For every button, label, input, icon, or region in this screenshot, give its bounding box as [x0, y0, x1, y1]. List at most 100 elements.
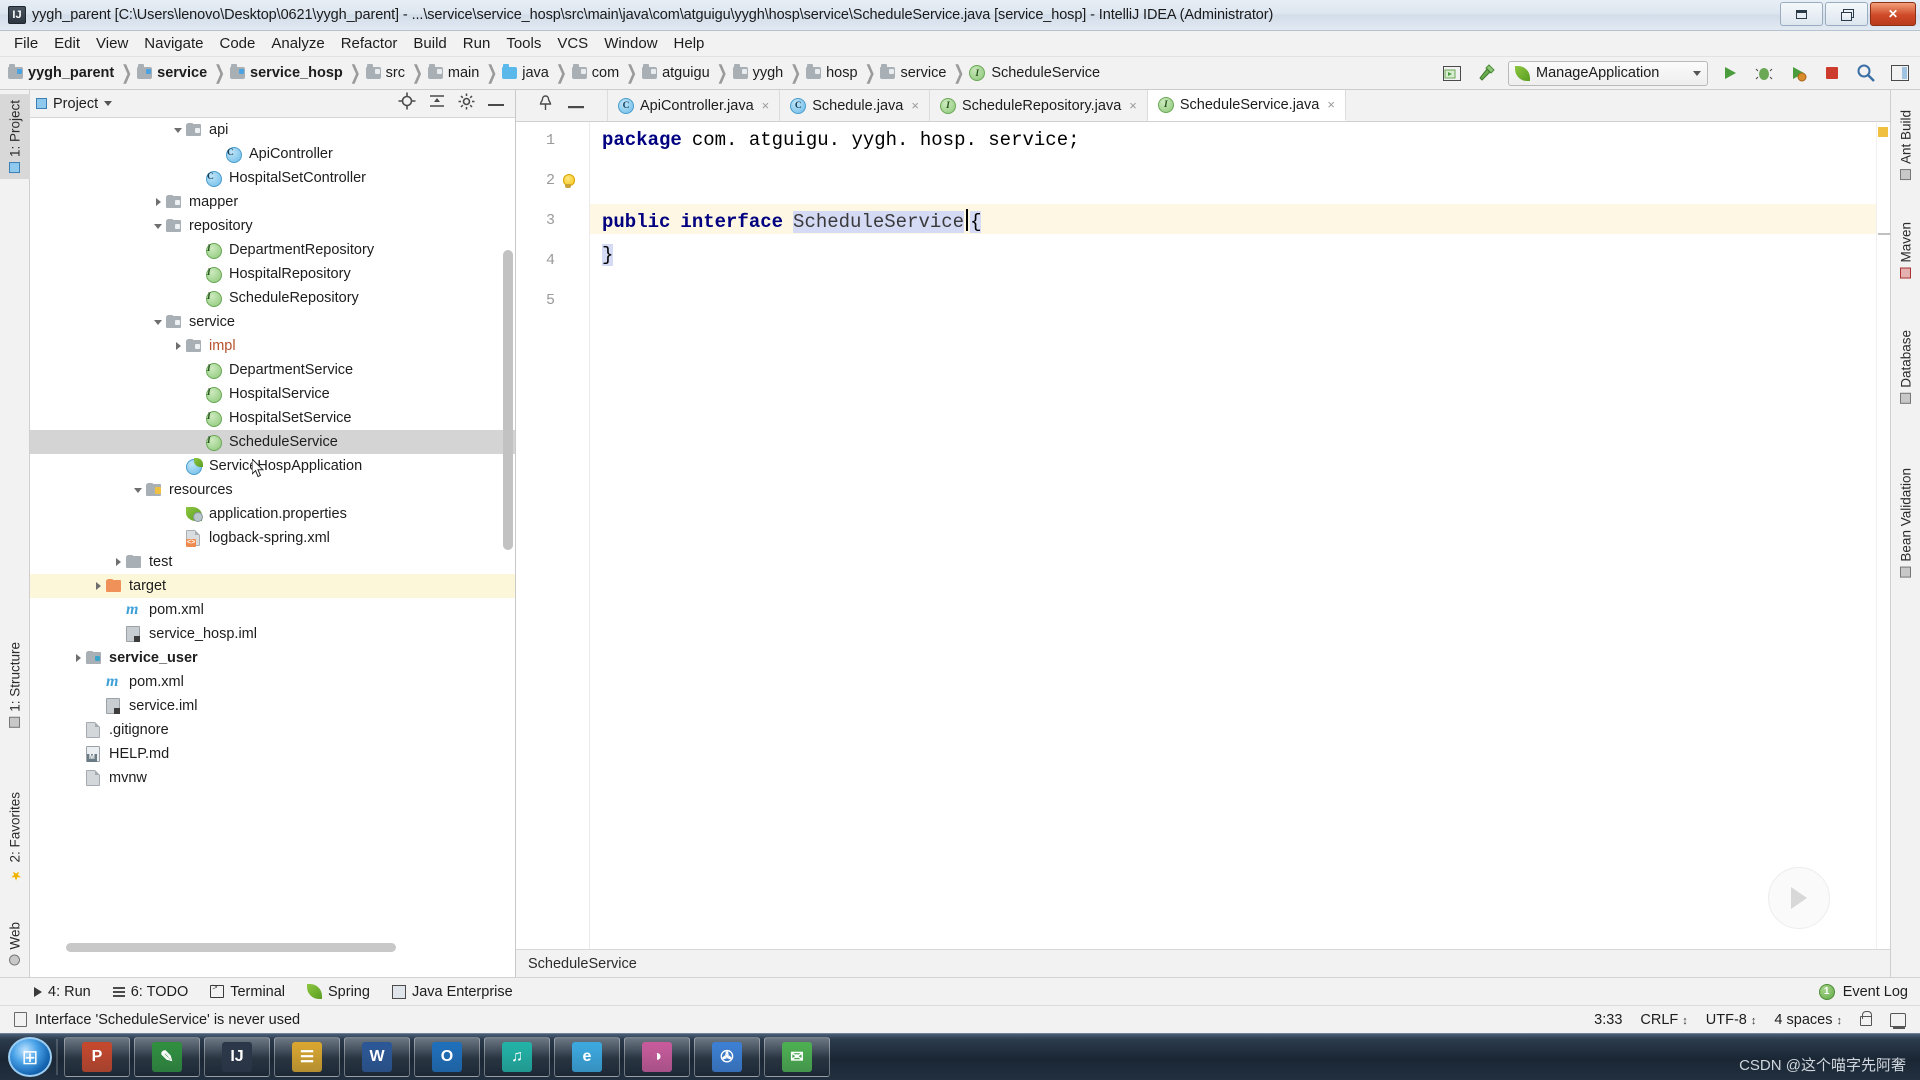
tree-node-service-iml[interactable]: service.iml	[30, 694, 515, 718]
tree-node-pom-xml[interactable]: m pom.xml	[30, 670, 515, 694]
tool-window-java-enterprise[interactable]: Java Enterprise	[391, 984, 513, 1000]
tree-node-apicontroller[interactable]: C ApiController	[30, 142, 515, 166]
code-editor[interactable]: 1 2 3 4 5 package com. atguigu. yygh. hos…	[516, 122, 1890, 977]
editor-breadcrumb[interactable]: ScheduleService	[516, 949, 1890, 977]
sidebar-item-structure[interactable]: 1: Structure	[0, 636, 30, 734]
sidebar-item-favorites[interactable]: ★ 2: Favorites	[0, 786, 30, 889]
breadcrumb-item-main[interactable]: main	[427, 64, 479, 81]
tree-node-servicehospapplication[interactable]: ServiceHospApplication	[30, 454, 515, 478]
taskbar-music-app[interactable]: ♫	[484, 1037, 550, 1077]
taskbar-paint-app[interactable]: ◑	[624, 1037, 690, 1077]
taskbar-explorer-app[interactable]: ☰	[274, 1037, 340, 1077]
menu-item-run[interactable]: Run	[455, 33, 499, 54]
menu-item-code[interactable]: Code	[211, 33, 263, 54]
run-dashboard-icon[interactable]	[1440, 61, 1464, 85]
sidebar-item-project[interactable]: 1: Project	[0, 94, 30, 180]
tree-node-mapper[interactable]: mapper	[30, 190, 515, 214]
taskbar-editor-app[interactable]: ✎	[134, 1037, 200, 1077]
chevron-down-icon[interactable]	[150, 214, 166, 238]
tree-node-repository[interactable]: repository	[30, 214, 515, 238]
tree-node-logback-spring-xml[interactable]: logback-spring.xml	[30, 526, 515, 550]
hide-panel-icon[interactable]	[487, 95, 505, 113]
build-hammer-icon[interactable]	[1474, 61, 1498, 85]
tree-node-application-properties[interactable]: application.properties	[30, 502, 515, 526]
tree-node-hospitalsetcontroller[interactable]: C HospitalSetController	[30, 166, 515, 190]
editor-marker-bar[interactable]	[1876, 122, 1890, 977]
sidebar-item-ant-build[interactable]: Ant Build	[1891, 104, 1920, 186]
menu-item-window[interactable]: Window	[596, 33, 665, 54]
menu-item-vcs[interactable]: VCS	[549, 33, 596, 54]
intention-bulb-icon[interactable]	[560, 174, 576, 190]
menu-item-help[interactable]: Help	[666, 33, 713, 54]
tree-node-impl[interactable]: impl	[30, 334, 515, 358]
close-icon[interactable]: ×	[1129, 98, 1137, 113]
taskbar-intellij-app[interactable]: IJ	[204, 1037, 270, 1077]
tree-node-service_hosp-iml[interactable]: service_hosp.iml	[30, 622, 515, 646]
tree-node-test[interactable]: test	[30, 550, 515, 574]
project-tree-scrollbar[interactable]	[503, 250, 513, 550]
menu-item-tools[interactable]: Tools	[498, 33, 549, 54]
inspector-icon[interactable]	[1890, 1012, 1906, 1029]
tree-node-hospitalservice[interactable]: I HospitalService	[30, 382, 515, 406]
code-body[interactable]: package com. atguigu. yygh. hosp. service…	[590, 122, 1890, 977]
breadcrumb-item-yygh_parent[interactable]: yygh_parent	[8, 64, 114, 81]
line-separator-selector[interactable]: CRLF ↕	[1640, 1012, 1687, 1028]
read-only-lock-icon[interactable]	[1860, 1011, 1872, 1026]
run-button[interactable]	[1718, 61, 1742, 85]
editor-tab-schedulerepository-java[interactable]: I ScheduleRepository.java ×	[929, 90, 1148, 121]
close-icon[interactable]: ×	[762, 98, 770, 113]
editor-gutter[interactable]: 1 2 3 4 5	[516, 122, 590, 977]
tool-window-todo[interactable]: 6: TODO	[112, 984, 188, 1000]
breadcrumb-item-atguigu[interactable]: atguigu	[642, 64, 710, 81]
menu-item-file[interactable]: File	[6, 33, 46, 54]
chevron-right-icon[interactable]	[170, 334, 186, 358]
tree-node-scheduleservice[interactable]: I ScheduleService	[30, 430, 515, 454]
hide-editor-tabs-icon[interactable]	[567, 97, 585, 115]
taskbar-tool-app[interactable]: ✇	[694, 1037, 760, 1077]
chevron-down-icon[interactable]	[150, 310, 166, 334]
tree-node-resources[interactable]: resources	[30, 478, 515, 502]
tree-node-target[interactable]: target	[30, 574, 515, 598]
close-icon[interactable]: ×	[1327, 97, 1335, 112]
tool-window-spring[interactable]: Spring	[307, 984, 370, 1000]
chevron-right-icon[interactable]	[90, 574, 106, 598]
tree-node-schedulerepository[interactable]: I ScheduleRepository	[30, 286, 515, 310]
menu-item-build[interactable]: Build	[405, 33, 454, 54]
tool-window-run[interactable]: 4: Run	[34, 984, 91, 1000]
run-with-coverage-button[interactable]	[1786, 61, 1810, 85]
taskbar-outlook-app[interactable]: O	[414, 1037, 480, 1077]
breadcrumb-item-hosp[interactable]: hosp	[806, 64, 858, 81]
close-icon[interactable]: ×	[911, 98, 919, 113]
tree-node-service_user[interactable]: service_user	[30, 646, 515, 670]
editor-tab-scheduleservice-java[interactable]: I ScheduleService.java ×	[1147, 90, 1346, 121]
tree-node-service[interactable]: service	[30, 310, 515, 334]
editor-tab-apicontroller-java[interactable]: C ApiController.java ×	[608, 90, 781, 121]
tree-node-hospitalsetservice[interactable]: I HospitalSetService	[30, 406, 515, 430]
breadcrumb-item-src[interactable]: src	[365, 64, 405, 81]
tree-node-pom-xml[interactable]: m pom.xml	[30, 598, 515, 622]
taskbar-word-app[interactable]: W	[344, 1037, 410, 1077]
breadcrumb-item-yygh[interactable]: yygh	[732, 64, 783, 81]
tree-node-help-md[interactable]: HELP.md	[30, 742, 515, 766]
chevron-right-icon[interactable]	[150, 190, 166, 214]
taskbar-wechat-app[interactable]: ✉	[764, 1037, 830, 1077]
breadcrumb-item-service[interactable]: service	[137, 64, 207, 81]
collapse-all-icon[interactable]	[428, 92, 446, 115]
restore-button[interactable]	[1825, 2, 1868, 26]
minimize-button[interactable]	[1780, 2, 1823, 26]
project-tree-hscrollbar[interactable]	[30, 943, 516, 954]
layout-settings-icon[interactable]	[1888, 61, 1912, 85]
tool-window-terminal[interactable]: Terminal	[210, 983, 285, 1000]
tree-node-api[interactable]: api	[30, 118, 515, 142]
menu-item-analyze[interactable]: Analyze	[263, 33, 332, 54]
chevron-right-icon[interactable]	[70, 646, 86, 670]
gear-icon[interactable]	[458, 93, 475, 115]
tree-node-departmentrepository[interactable]: I DepartmentRepository	[30, 238, 515, 262]
breadcrumb-item-scheduleservice[interactable]: I ScheduleService	[969, 65, 1100, 81]
close-button[interactable]: ✕	[1870, 2, 1916, 26]
tree-node-hospitalrepository[interactable]: I HospitalRepository	[30, 262, 515, 286]
pin-tab-icon[interactable]	[538, 95, 553, 116]
event-log-button[interactable]: 1 Event Log	[1818, 983, 1920, 1000]
tree-node-departmentservice[interactable]: I DepartmentService	[30, 358, 515, 382]
chevron-down-icon[interactable]	[170, 118, 186, 142]
